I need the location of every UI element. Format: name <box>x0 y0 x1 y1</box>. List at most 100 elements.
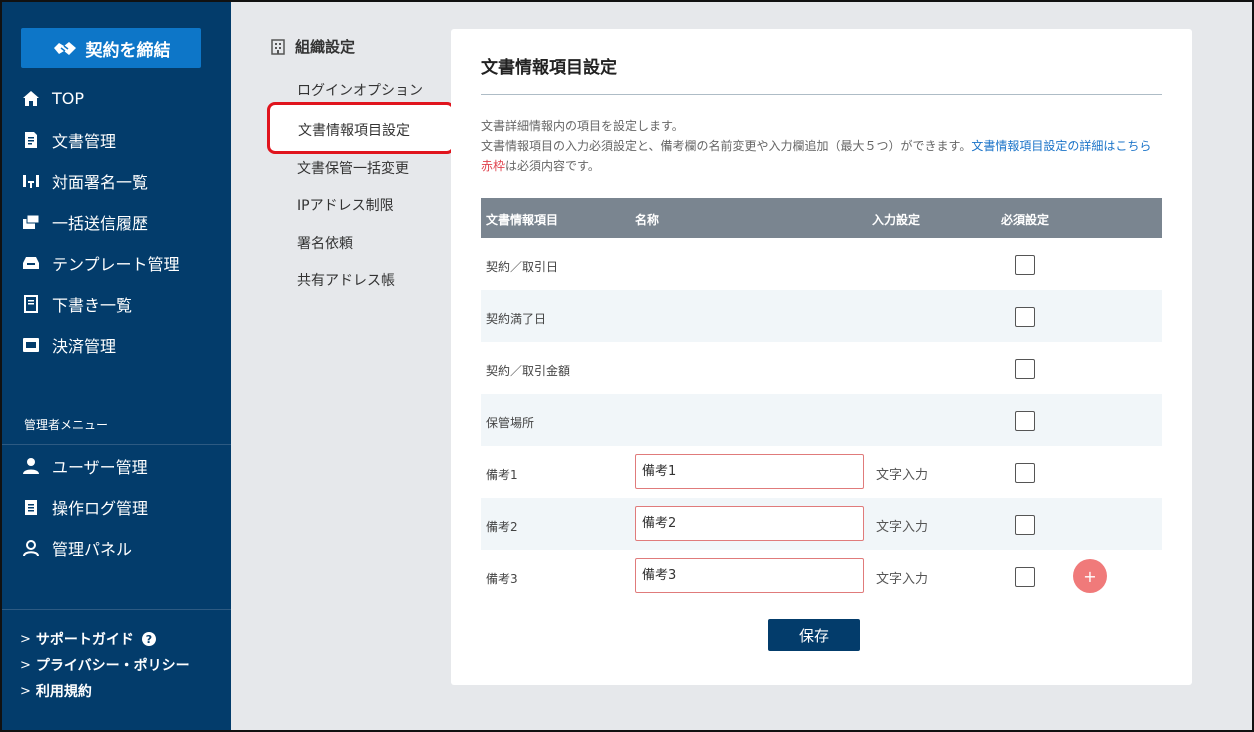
table-row: 保管場所 <box>481 394 1162 446</box>
nav-item-label: ユーザー管理 <box>52 457 148 477</box>
name-input[interactable]: 備考1 <box>635 454 864 489</box>
main-panel: 文書情報項目設定 文書詳細情報内の項目を設定します。 文書情報項目の入力必須設定… <box>451 29 1192 685</box>
document-info-table: 文書情報項目 名称 入力設定 必須設定 契約／取引日 契約満了日 契約／取引金額… <box>481 198 1162 602</box>
save-button[interactable]: 保存 <box>768 619 860 651</box>
item-name: 備考3 <box>486 572 518 586</box>
column-header: 入力設定 <box>872 213 921 227</box>
page-title: 文書情報項目設定 <box>481 58 617 78</box>
item-name: 備考1 <box>486 468 518 482</box>
document-icon <box>22 131 40 149</box>
subnav-item-shared-address-book[interactable]: 共有アドレス帳 <box>297 270 395 290</box>
description-text: 文書情報項目の入力必須設定と、備考欄の名前変更や入力欄追加（最大５つ）ができます… <box>481 139 972 153</box>
nav-item-drafts[interactable]: 下書き一覧 <box>2 283 231 324</box>
chevron-right-icon: > <box>20 631 31 647</box>
nav-item-bulk-send[interactable]: 一括送信履歴 <box>2 201 231 242</box>
nav-item-label: 文書管理 <box>52 131 117 151</box>
nav-item-payments[interactable]: 決済管理 <box>2 324 231 365</box>
nav-item-label: 操作ログ管理 <box>52 498 149 518</box>
divider <box>2 609 231 610</box>
home-icon <box>22 90 40 108</box>
face-to-face-icon <box>22 172 40 190</box>
footer-links: > サポートガイド ? > プライバシー・ポリシー > 利用規約 <box>20 626 190 704</box>
subnav-item-label: 文書情報項目設定 <box>298 123 410 139</box>
table-row: 備考3 備考3 文字入力 + <box>481 550 1162 602</box>
name-input[interactable]: 備考3 <box>635 558 864 593</box>
admin-panel-icon <box>22 539 40 557</box>
subnav-item-bulk-storage-change[interactable]: 文書保管一括変更 <box>297 158 409 178</box>
help-icon: ? <box>141 632 156 646</box>
nav-item-label: 決済管理 <box>52 336 117 356</box>
required-checkbox[interactable] <box>1015 463 1035 483</box>
nav-item-documents[interactable]: 文書管理 <box>2 119 231 160</box>
item-name: 備考2 <box>486 520 518 534</box>
settings-subnav: 組織設定 ログインオプション 文書情報項目設定 文書保管一括変更 IPアドレス制… <box>231 2 455 730</box>
handshake-icon <box>53 42 76 55</box>
divider <box>481 94 1162 95</box>
chevron-right-icon: > <box>20 683 31 699</box>
required-checkbox[interactable] <box>1015 307 1035 327</box>
pay-icon <box>22 336 40 354</box>
required-checkbox[interactable] <box>1015 567 1035 587</box>
table-row: 備考2 備考2 文字入力 <box>481 498 1162 550</box>
nav-item-label: 一括送信履歴 <box>52 213 149 233</box>
required-checkbox[interactable] <box>1015 359 1035 379</box>
draft-icon <box>22 294 40 313</box>
template-icon <box>22 254 40 272</box>
input-type: 文字入力 <box>876 468 929 483</box>
nav-item-label: テンプレート管理 <box>52 254 180 274</box>
description: 文書詳細情報内の項目を設定します。 文書情報項目の入力必須設定と、備考欄の名前変… <box>481 116 1151 176</box>
footer-link-label: プライバシー・ポリシー <box>35 658 190 674</box>
item-name: 契約／取引日 <box>486 260 559 274</box>
column-header: 必須設定 <box>1001 213 1050 227</box>
nav-item-top[interactable]: TOP <box>2 78 231 119</box>
subnav-title: 組織設定 <box>271 36 355 57</box>
privacy-policy-link[interactable]: > プライバシー・ポリシー <box>20 652 190 678</box>
required-checkbox[interactable] <box>1015 255 1035 275</box>
contract-button[interactable]: 契約を締結 <box>21 28 201 68</box>
log-icon <box>22 498 40 516</box>
subnav-item-ip-restriction[interactable]: IPアドレス制限 <box>297 195 394 215</box>
table-row: 備考1 備考1 文字入力 <box>481 446 1162 498</box>
footer-link-label: サポートガイド <box>35 632 134 648</box>
table-row: 契約／取引金額 <box>481 342 1162 394</box>
main-nav: TOP 文書管理 対面署名一覧 一括送信履歴 テンプレート管理 下書き一覧 決済… <box>2 78 231 365</box>
nav-item-templates[interactable]: テンプレート管理 <box>2 242 231 283</box>
red-frame-note: 赤枠 <box>481 159 506 173</box>
table-row: 契約／取引日 <box>481 238 1162 290</box>
item-name: 契約／取引金額 <box>486 364 571 378</box>
input-type: 文字入力 <box>876 520 929 535</box>
details-link[interactable]: 文書情報項目設定の詳細はこちら <box>971 139 1151 153</box>
sidebar: 契約を締結 TOP 文書管理 対面署名一覧 一括送信履歴 テンプレート管理 下書… <box>2 2 231 730</box>
nav-item-face-to-face[interactable]: 対面署名一覧 <box>2 160 231 201</box>
column-header: 文書情報項目 <box>486 213 559 227</box>
required-checkbox[interactable] <box>1015 515 1035 535</box>
nav-item-users[interactable]: ユーザー管理 <box>2 445 231 486</box>
nav-item-label: TOP <box>52 89 85 108</box>
name-input[interactable]: 備考2 <box>635 506 864 541</box>
building-icon <box>271 38 285 55</box>
table-header: 文書情報項目 名称 入力設定 必須設定 <box>481 198 1162 238</box>
subnav-title-label: 組織設定 <box>295 38 356 56</box>
description-line: 赤枠は必須内容です。 <box>481 156 1151 176</box>
nav-item-operation-logs[interactable]: 操作ログ管理 <box>2 486 231 527</box>
terms-of-use-link[interactable]: > 利用規約 <box>20 678 190 704</box>
subnav-item-signature-request[interactable]: 署名依頼 <box>297 233 353 253</box>
item-name: 契約満了日 <box>486 312 547 326</box>
nav-item-admin-panel[interactable]: 管理パネル <box>2 527 231 568</box>
column-header: 名称 <box>635 213 660 227</box>
nav-item-label: 下書き一覧 <box>52 295 133 315</box>
contract-button-label: 契約を締結 <box>85 40 171 61</box>
chevron-right-icon: > <box>20 657 31 673</box>
item-name: 保管場所 <box>486 416 535 430</box>
description-line: 文書情報項目の入力必須設定と、備考欄の名前変更や入力欄追加（最大５つ）ができます… <box>481 136 1151 156</box>
admin-nav: ユーザー管理 操作ログ管理 管理パネル <box>2 445 231 568</box>
footer-link-label: 利用規約 <box>35 684 92 700</box>
required-checkbox[interactable] <box>1015 411 1035 431</box>
nav-item-label: 管理パネル <box>52 539 133 559</box>
add-row-button[interactable]: + <box>1073 559 1107 593</box>
subnav-item-document-info-settings[interactable]: 文書情報項目設定 <box>267 102 455 154</box>
subnav-item-login-options[interactable]: ログインオプション <box>297 80 423 100</box>
support-guide-link[interactable]: > サポートガイド ? <box>20 626 190 652</box>
description-line: 文書詳細情報内の項目を設定します。 <box>481 119 684 133</box>
nav-item-label: 対面署名一覧 <box>52 172 149 192</box>
